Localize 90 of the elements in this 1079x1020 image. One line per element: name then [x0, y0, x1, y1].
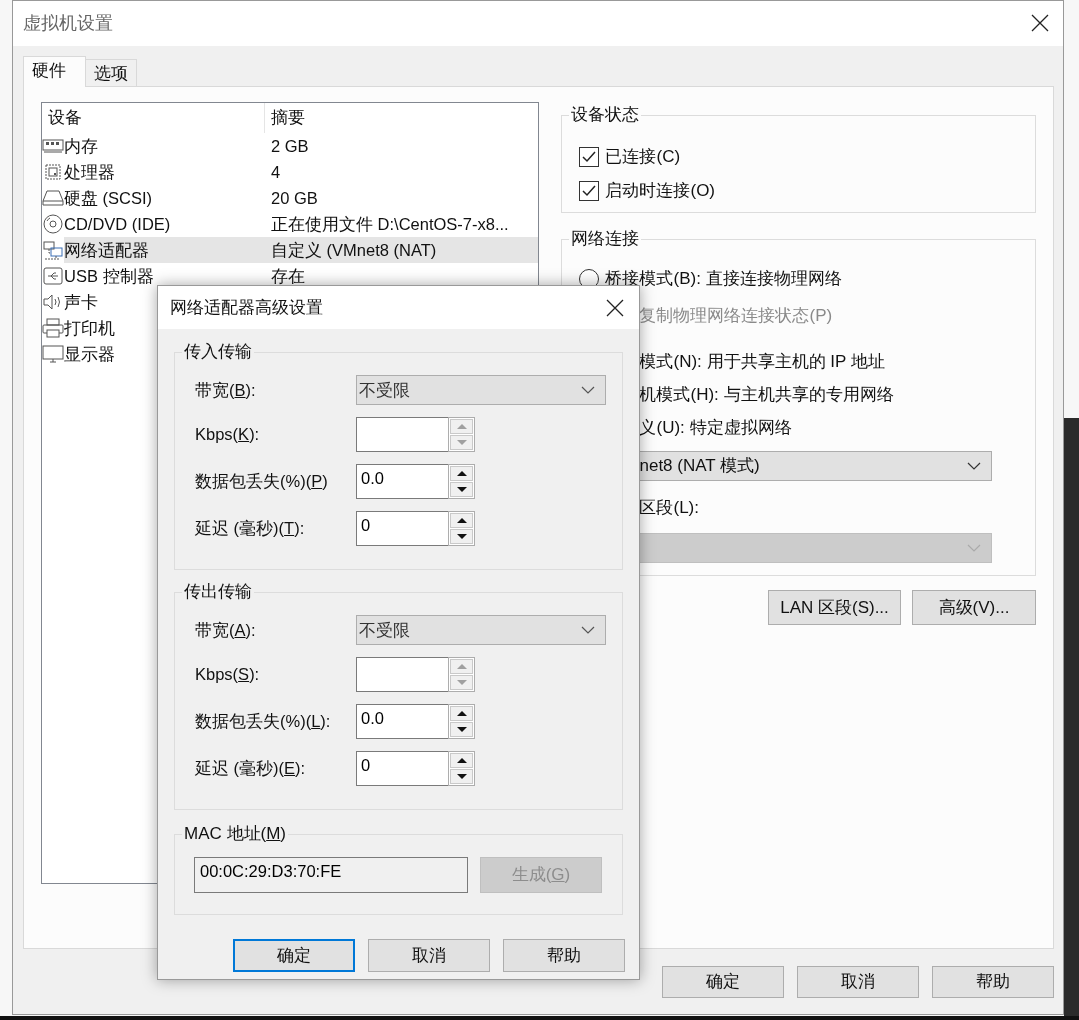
- button[interactable]: 确定: [662, 965, 784, 998]
- spin-up-button[interactable]: [450, 753, 473, 768]
- window-title: 虚拟机设置: [23, 11, 113, 35]
- chip-icon: [42, 161, 64, 182]
- spin-down-button[interactable]: [450, 529, 473, 544]
- chevron-icon: [581, 386, 595, 394]
- down-arrow-icon: [455, 679, 468, 686]
- up-arrow-icon: [455, 757, 468, 764]
- button[interactable]: 确定: [233, 939, 355, 972]
- drive-icon: [42, 187, 64, 208]
- spin-field[interactable]: 0.0: [356, 704, 448, 739]
- chevron-icon: [967, 543, 982, 552]
- device-summary: 存在: [270, 265, 306, 287]
- checkbox-label: 启动时连接(O): [605, 180, 715, 203]
- dropdown[interactable]: net8 (NAT 模式): [638, 450, 993, 481]
- group-title: MAC 地址(M): [182, 823, 288, 845]
- dropdown[interactable]: 不受限: [356, 375, 606, 405]
- option-label: 机模式(H): 与主机共享的专用网络: [639, 383, 894, 406]
- up-arrow-icon: [455, 663, 468, 670]
- down-arrow-icon: [455, 486, 468, 493]
- field-label: Kbps(K):: [194, 424, 261, 446]
- option-label: 义(U): 特定虚拟网络: [639, 416, 792, 439]
- close-icon: [606, 298, 624, 317]
- button[interactable]: 取消: [797, 965, 919, 998]
- field-label: 延迟 (毫秒)(E):: [194, 758, 307, 780]
- up-arrow-icon: [455, 470, 468, 477]
- button[interactable]: 取消: [368, 939, 490, 972]
- down-arrow-icon: [455, 533, 468, 540]
- up-arrow-icon: [455, 423, 468, 430]
- spin-up-button[interactable]: [450, 466, 473, 481]
- group-title: 传入传输: [182, 341, 254, 363]
- monitor-icon: [42, 343, 64, 364]
- field-label: 带宽(A):: [194, 619, 257, 641]
- spin-field[interactable]: 0: [356, 751, 448, 786]
- usb-icon: [42, 265, 64, 286]
- field-label: 带宽(B):: [194, 379, 257, 401]
- device-name[interactable]: USB 控制器: [64, 262, 264, 289]
- device-name[interactable]: CD/DVD (IDE): [64, 210, 264, 237]
- button[interactable]: LAN 区段(S)...: [768, 589, 901, 625]
- spin-field[interactable]: 0.0: [356, 464, 448, 499]
- column-header: 摘要: [264, 102, 539, 133]
- checkbox[interactable]: [579, 146, 600, 167]
- option-label: 复制物理网络连接状态(P): [639, 304, 833, 327]
- button[interactable]: 帮助: [503, 939, 625, 972]
- down-arrow-icon: [455, 726, 468, 733]
- network-icon: [42, 239, 64, 260]
- tab[interactable]: 选项: [85, 58, 137, 86]
- device-summary: 自定义 (VMnet8 (NAT): [264, 236, 539, 263]
- check-icon: [582, 150, 597, 163]
- chevron-icon: [581, 626, 595, 634]
- spin-down-button[interactable]: [450, 769, 473, 784]
- dropdown[interactable]: 不受限: [356, 615, 606, 645]
- option-label: 区段(L):: [639, 496, 699, 519]
- spin-field[interactable]: 0: [356, 511, 448, 546]
- column-header: 设备: [47, 107, 82, 130]
- dialog-title: 网络适配器高级设置: [170, 296, 323, 319]
- field-label: 数据包丢失(%)(L):: [194, 711, 332, 733]
- field-label: Kbps(S):: [194, 664, 261, 686]
- device-name[interactable]: 网络适配器: [64, 236, 264, 263]
- up-arrow-icon: [455, 517, 468, 524]
- spin-down-button[interactable]: [450, 482, 473, 497]
- button[interactable]: 高级(V)...: [912, 589, 1036, 625]
- device-name[interactable]: 内存: [64, 132, 264, 159]
- device-summary: 20 GB: [270, 187, 319, 209]
- group-title: 网络连接: [569, 227, 642, 250]
- close-icon: [1031, 14, 1049, 33]
- spin-up-button[interactable]: [450, 706, 473, 721]
- group-title: 设备状态: [569, 103, 642, 126]
- down-arrow-icon: [455, 773, 468, 780]
- disc-icon: [42, 213, 64, 234]
- mac-address-field[interactable]: 00:0C:29:D3:70:FE: [194, 856, 468, 893]
- field-label: 数据包丢失(%)(P): [194, 471, 329, 493]
- group-title: 传出传输: [182, 581, 254, 603]
- check-icon: [582, 184, 597, 197]
- up-arrow-icon: [455, 710, 468, 717]
- checkbox[interactable]: [579, 180, 600, 201]
- tab[interactable]: 硬件: [23, 55, 86, 87]
- spin-down-button[interactable]: [450, 722, 473, 737]
- device-summary: 4: [270, 161, 282, 183]
- checkbox-label: 已连接(C): [605, 146, 681, 169]
- device-name[interactable]: 处理器: [64, 158, 264, 185]
- down-arrow-icon: [455, 439, 468, 446]
- field-label: 延迟 (毫秒)(T):: [194, 518, 306, 540]
- chevron-icon: [967, 461, 982, 470]
- option-label: 模式(N): 用于共享主机的 IP 地址: [639, 350, 885, 373]
- device-summary: 正在使用文件 D:\CentOS-7-x8...: [270, 213, 510, 235]
- spin-up-button[interactable]: [450, 513, 473, 528]
- device-name[interactable]: 硬盘 (SCSI): [64, 184, 264, 211]
- button[interactable]: 帮助: [932, 965, 1054, 998]
- device-summary: 2 GB: [270, 135, 310, 157]
